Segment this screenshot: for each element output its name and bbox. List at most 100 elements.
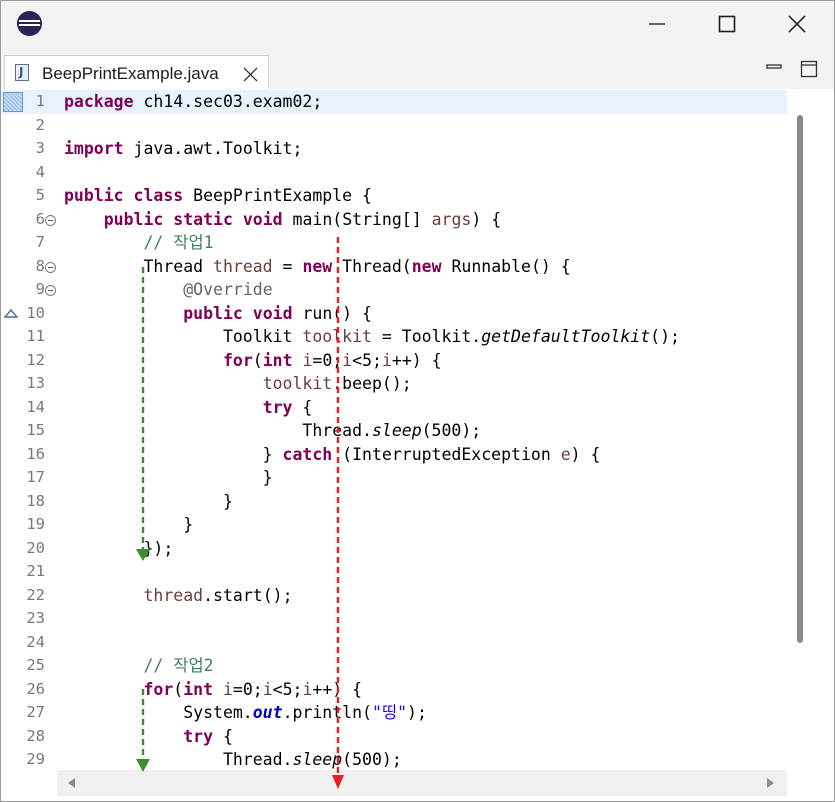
- line-number: 28: [26, 726, 45, 745]
- code-line[interactable]: 21: [1, 560, 787, 584]
- code-line[interactable]: 27 System.out.println("띵");: [1, 701, 787, 725]
- code-text: try {: [183, 726, 233, 746]
- window-close-button[interactable]: [762, 1, 832, 47]
- code-line[interactable]: 6 public static void main(String[] args)…: [1, 208, 787, 232]
- code-line[interactable]: 3 import java.awt.Toolkit;: [1, 137, 787, 161]
- line-number: 25: [26, 656, 45, 674]
- code-line[interactable]: 9 @Override: [1, 278, 787, 302]
- code-text: public void run() {: [183, 303, 372, 323]
- minimize-icon: [649, 23, 665, 25]
- code-text: package ch14.sec03.exam02;: [64, 92, 323, 111]
- window-maximize-button[interactable]: [692, 1, 762, 47]
- code-line[interactable]: 15 Thread.sleep(500);: [1, 419, 787, 443]
- code-text: public class BeepPrintExample {: [64, 186, 372, 205]
- code-line[interactable]: 12 for(int i=0;i<5;i++) {: [1, 349, 787, 373]
- code-line[interactable]: 28 try {: [1, 725, 787, 749]
- line-number: 9: [35, 280, 45, 298]
- line-number: 26: [26, 679, 45, 698]
- scroll-left-arrow-icon[interactable]: [68, 778, 75, 788]
- line-number: 19: [26, 515, 45, 533]
- fold-toggle-icon[interactable]: [45, 261, 56, 273]
- code-text: @Override: [183, 280, 273, 299]
- code-line[interactable]: 2: [1, 114, 787, 138]
- view-maximize-icon[interactable]: [799, 59, 819, 79]
- line-number: 29: [26, 750, 45, 768]
- code-line[interactable]: 8 Thread thread = new Thread(new Runnabl…: [1, 255, 787, 279]
- line-number: 8: [35, 256, 45, 275]
- scroll-right-arrow-icon[interactable]: [767, 778, 774, 788]
- vertical-scroll-thumb[interactable]: [797, 115, 803, 643]
- line-number: 16: [26, 444, 45, 463]
- line-number: 2: [35, 115, 45, 134]
- line-number: 5: [35, 186, 45, 204]
- code-text: }: [64, 468, 273, 487]
- line-number: 10: [26, 303, 45, 322]
- code-text: for(int i=0;i<5;i++) {: [143, 679, 363, 699]
- eclipse-editor-window: J BeepPrintExample.java 1 package ch14.se…: [0, 0, 835, 802]
- code-editor[interactable]: 1 package ch14.sec03.exam02; 2 3 import java…: [1, 89, 834, 801]
- code-text: import java.awt.Toolkit;: [64, 139, 303, 158]
- line-number: 18: [26, 491, 45, 510]
- tab-close-icon[interactable]: [242, 66, 259, 83]
- code-text: // 작업1: [143, 233, 214, 252]
- code-lines: 1 package ch14.sec03.exam02; 2 3 import java…: [1, 90, 787, 770]
- line-number: 17: [26, 468, 45, 486]
- code-text: toolkit.beep();: [262, 374, 412, 393]
- line-number: 13: [26, 374, 45, 392]
- line-number: 1: [35, 92, 45, 110]
- line-number: 21: [26, 562, 45, 580]
- line-number: 12: [26, 350, 45, 369]
- code-text: });: [64, 538, 174, 558]
- code-line[interactable]: 16 } catch (InterruptedException e) {: [1, 443, 787, 467]
- maximize-icon: [718, 15, 736, 33]
- line-number: 14: [26, 397, 45, 416]
- code-text: Thread thread = new Thread(new Runnable(…: [64, 256, 571, 276]
- code-line[interactable]: 17 }: [1, 466, 787, 490]
- line-number: 7: [35, 233, 45, 251]
- code-text: try {: [262, 397, 313, 417]
- close-icon: [788, 15, 806, 33]
- line-number: 4: [35, 162, 45, 181]
- code-text: thread.start();: [143, 585, 293, 605]
- code-line[interactable]: 13 toolkit.beep();: [1, 372, 787, 396]
- window-minimize-button[interactable]: [622, 1, 692, 47]
- java-file-icon: J: [15, 64, 29, 81]
- view-minimize-icon[interactable]: [764, 59, 784, 79]
- editor-tab-bar: J BeepPrintExample.java: [1, 47, 834, 90]
- code-text: for(int i=0;i<5;i++) {: [222, 350, 442, 370]
- editor-tab[interactable]: J BeepPrintExample.java: [4, 55, 269, 89]
- code-line[interactable]: 18 }: [1, 490, 787, 514]
- code-line[interactable]: 25 // 작업2: [1, 654, 787, 678]
- line-number: 3: [35, 139, 45, 157]
- code-line[interactable]: 10 public void run() {: [1, 302, 787, 326]
- horizontal-scrollbar[interactable]: [57, 770, 787, 796]
- code-line[interactable]: 20 });: [1, 537, 787, 561]
- code-text: System.out.println("띵");: [64, 703, 427, 722]
- code-line[interactable]: 14 try {: [1, 396, 787, 420]
- code-line[interactable]: 24: [1, 631, 787, 655]
- code-line[interactable]: 19 }: [1, 513, 787, 537]
- title-bar: [1, 1, 834, 47]
- code-line[interactable]: 29 Thread.sleep(500);: [1, 748, 787, 770]
- code-line[interactable]: 7 // 작업1: [1, 231, 787, 255]
- line-number: 11: [26, 327, 45, 345]
- line-number: 15: [26, 421, 45, 439]
- code-text: Thread.sleep(500);: [64, 750, 402, 769]
- code-text: public static void main(String[] args) {: [103, 209, 502, 229]
- line-number: 22: [26, 585, 45, 604]
- code-line[interactable]: 5 public class BeepPrintExample {: [1, 184, 787, 208]
- code-line[interactable]: 26 for(int i=0;i<5;i++) {: [1, 678, 787, 702]
- code-line[interactable]: 4: [1, 161, 787, 185]
- code-line[interactable]: 23: [1, 607, 787, 631]
- vertical-scrollbar[interactable]: [787, 90, 834, 770]
- code-text: }: [64, 491, 233, 511]
- line-number: 24: [26, 632, 45, 651]
- code-text: }: [64, 515, 194, 534]
- code-line[interactable]: 1 package ch14.sec03.exam02;: [1, 90, 787, 114]
- tab-label: BeepPrintExample.java: [42, 64, 219, 83]
- code-line[interactable]: 11 Toolkit toolkit = Toolkit.getDefaultT…: [1, 325, 787, 349]
- code-line[interactable]: 22 thread.start();: [1, 584, 787, 608]
- code-text: Thread.sleep(500);: [64, 421, 482, 440]
- fold-toggle-icon[interactable]: [45, 285, 56, 296]
- fold-toggle-icon[interactable]: [45, 214, 56, 226]
